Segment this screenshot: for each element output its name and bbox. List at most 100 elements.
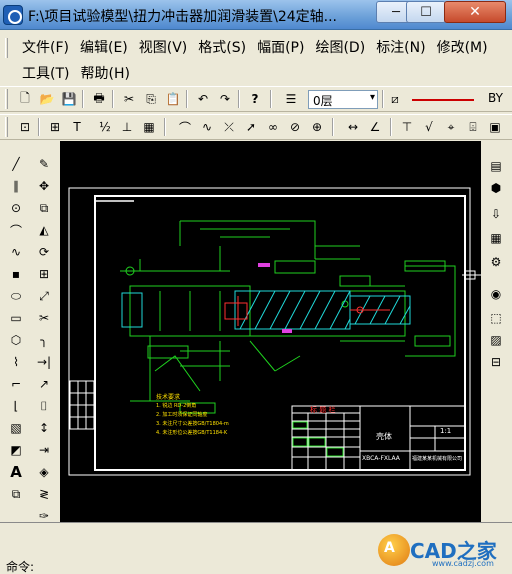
move-icon[interactable]: ✥ [34,176,54,196]
undo-icon[interactable]: ↶ [194,90,212,108]
table-icon[interactable]: ▦ [140,118,158,136]
right-toolbar: ▤ ⬢ ⇩ ▦ ⚙ ◉ ⬚ ▨ ⊟ [481,144,512,522]
redo-icon[interactable]: ↷ [216,90,234,108]
explode-icon[interactable]: ⇥ [34,440,54,460]
menu-file[interactable]: 文件(F) [22,36,69,60]
save-icon[interactable]: 💾 [60,90,78,108]
toolbar-separator [238,90,240,108]
menu-sheet[interactable]: 幅面(P) [257,36,304,60]
menu-tools[interactable]: 工具(T) [22,62,69,86]
close-button[interactable]: ✕ [444,1,506,23]
copy-icon[interactable]: ⎘ [142,90,160,108]
part-name-label: 壳体 [376,432,392,441]
circle-icon[interactable]: ⊙ [6,198,26,218]
image-icon[interactable]: ▣ [486,118,504,136]
centerline-icon[interactable]: ⌐ [6,374,26,394]
menu-draw[interactable]: 绘图(D) [315,36,365,60]
section-icon[interactable]: ⬚ [486,308,506,328]
spline-icon[interactable]: ∿ [6,242,26,262]
stretch-icon[interactable]: ↗ [34,374,54,394]
box-icon[interactable]: ⬢ [486,178,506,198]
linear-dim-icon[interactable]: ↔ [344,118,362,136]
arc-icon[interactable]: ⌒ [6,220,26,240]
datum-icon[interactable]: ⊤ [398,118,416,136]
symbol-icon[interactable]: ⊥ [118,118,136,136]
text-icon[interactable]: A [6,462,26,482]
text-edit-icon[interactable]: T [68,118,86,136]
catalog-icon[interactable]: ▦ [486,228,506,248]
line-color-preview[interactable] [412,99,474,101]
ellipse-icon[interactable]: ⬭ [6,286,26,306]
new-file-icon[interactable]: 🗋 [16,90,34,108]
menu-view[interactable]: 视图(V) [139,36,188,60]
note-line: 1. 锐边 RD-2倒角 [156,403,197,409]
rotate-icon[interactable]: ⟳ [34,242,54,262]
insert-icon[interactable]: ⇩ [486,204,506,224]
array-icon[interactable]: ⊞ [34,264,54,284]
menu-edit[interactable]: 编辑(E) [80,36,128,60]
cut-icon[interactable]: ✂ [120,90,138,108]
menu-format[interactable]: 格式(S) [198,36,246,60]
part-icon[interactable]: ⚙ [486,252,506,272]
superscript-icon[interactable]: ½ [96,118,114,136]
polyline-icon[interactable]: ⌇ [6,352,26,372]
bom-icon[interactable]: ⊟ [486,352,506,372]
line-bylayer-label: BY [488,91,503,105]
help-icon[interactable]: ? [246,90,264,108]
zoom-extents-icon[interactable]: ⊡ [16,118,34,136]
drawing-canvas[interactable]: 标 题 栏 壳体 1:1 XBCA-FXLAA 福建某某机械有限公司 技术要求 … [60,141,481,522]
layer-select[interactable]: 0层 ▾ [308,90,378,109]
close-icon: ✕ [469,4,481,20]
zoom-window-icon[interactable]: ⊞ [46,118,64,136]
lengthen-icon[interactable]: ↕ [34,418,54,438]
tolerance-icon[interactable]: ⌹ [464,118,482,136]
scale-icon[interactable]: ⤢ [34,286,54,306]
menu-dimension[interactable]: 标注(N) [376,36,425,60]
equidistant-icon[interactable]: ⌊ [6,396,26,416]
break-icon[interactable]: ⌷ [34,396,54,416]
surface-finish-icon[interactable]: √ [420,118,438,136]
menu-modify[interactable]: 修改(M) [437,36,488,60]
rectangle-icon[interactable]: ▭ [6,308,26,328]
parallel-line-icon[interactable]: ∥ [6,176,26,196]
library-icon[interactable]: ▤ [486,156,506,176]
angle-dim-icon[interactable]: ∠ [366,118,384,136]
print-icon[interactable]: 🖶 [90,90,108,108]
mirror-icon[interactable]: ◭ [34,220,54,240]
toolbar-separator [82,90,84,108]
eraser-icon[interactable]: ✎ [34,154,54,174]
toolbar-gripper[interactable] [5,89,8,109]
block-icon[interactable]: ⧉ [6,484,26,504]
wave-icon[interactable]: ∿ [198,118,216,136]
camera-icon[interactable]: ◉ [486,284,506,304]
properties-icon[interactable]: ◈ [34,462,54,482]
hole-icon[interactable]: ⊘ [286,118,304,136]
maximize-button[interactable]: ☐ [406,1,446,23]
balloon-icon[interactable]: ∞ [264,118,282,136]
hook-icon[interactable]: ⌒ [176,118,194,136]
break-line-icon[interactable]: ⤫ [220,118,238,136]
trim-icon[interactable]: ✂ [34,308,54,328]
line-icon[interactable]: ╱ [6,154,26,174]
extend-icon[interactable]: →| [34,352,54,372]
fill-icon[interactable]: ◩ [6,440,26,460]
copy-entity-icon[interactable]: ⧉ [34,198,54,218]
toolbar-gripper[interactable] [5,117,8,137]
point-icon[interactable]: ▪ [6,264,26,284]
center-mark-icon[interactable]: ⊕ [308,118,326,136]
hatch-icon[interactable]: ▧ [6,418,26,438]
app-icon[interactable] [3,5,23,25]
open-folder-icon[interactable]: 📂 [38,90,56,108]
layers-icon[interactable]: ☰ [282,90,300,108]
zigzag-icon[interactable]: ≷ [34,484,54,504]
fillet-icon[interactable]: ╮ [34,330,54,350]
linetype-icon[interactable]: ⧄ [386,90,404,108]
weld-icon[interactable]: ⌖ [442,118,460,136]
paste-icon[interactable]: 📋 [164,90,182,108]
menu-help[interactable]: 帮助(H) [80,62,129,86]
hatch-pattern-icon[interactable]: ▨ [486,330,506,350]
polygon-icon[interactable]: ⬡ [6,330,26,350]
chevron-down-icon[interactable]: ▾ [370,92,375,103]
arrow-icon[interactable]: ➚ [242,118,260,136]
cad-logo-icon: A [378,534,410,566]
